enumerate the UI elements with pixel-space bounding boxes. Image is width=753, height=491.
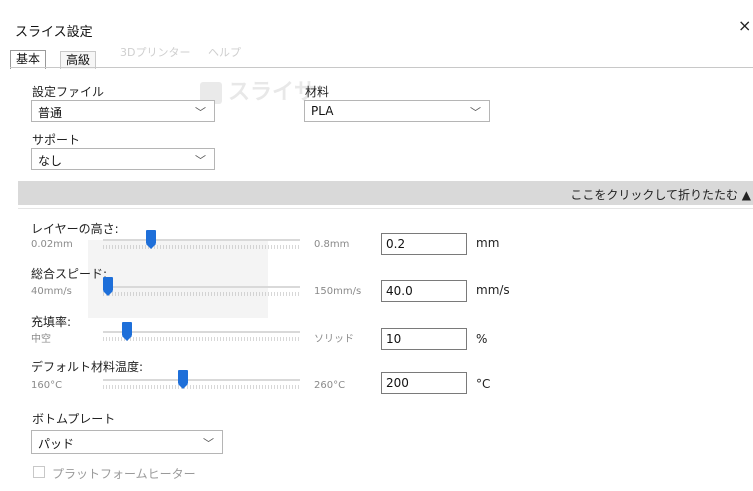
material-select[interactable]: PLA ﹀ (304, 100, 490, 122)
collapse-bar[interactable]: ここをクリックして折りたたむ ▲ (18, 181, 753, 205)
slider-unit: mm (476, 236, 500, 250)
background-menu-item: 3Dプリンター (120, 46, 191, 59)
bottom-plate-select-value: パッド (38, 437, 75, 451)
slider-value-input[interactable]: 10 (381, 328, 467, 350)
tab-divider (10, 67, 753, 68)
slider-label: デフォルト材料温度: (31, 360, 144, 374)
slider-min: 0.02mm (31, 239, 73, 250)
slider-label: レイヤーの高さ: (31, 222, 119, 236)
platform-heater-checkbox[interactable] (33, 466, 45, 478)
slider-thumb[interactable] (121, 322, 132, 341)
collapse-label: ここをクリックして折りたたむ ▲ (570, 188, 751, 202)
slider-track (103, 239, 300, 241)
slider-ticks (103, 385, 300, 389)
chevron-down-icon: ﹀ (195, 106, 206, 119)
support-select[interactable]: なし ﹀ (31, 148, 215, 170)
bottom-plate-select[interactable]: パッド ﹀ (31, 430, 223, 454)
material-label: 材料 (305, 85, 330, 99)
background-toolbar-label: スライサ (228, 80, 317, 105)
slider-unit: % (476, 332, 488, 346)
background-toolbar: スライサ (200, 74, 316, 106)
bottom-plate-label: ボトムプレート (32, 412, 116, 426)
slider-label: 総合スピード: (31, 267, 108, 281)
slider-min: 40mm/s (31, 286, 72, 297)
background-menubar: 3Dプリンター ヘルプ (120, 44, 255, 60)
slider-value-input[interactable]: 40.0 (381, 280, 467, 302)
profile-select-value: 普通 (38, 106, 63, 120)
support-label: サポート (32, 133, 81, 147)
slider-track (103, 331, 300, 333)
slider-track (103, 379, 300, 381)
background-menu-item: ヘルプ (207, 46, 241, 59)
chevron-down-icon: ﹀ (203, 437, 214, 450)
slider-value-input[interactable]: 200 (381, 372, 467, 394)
profile-label: 設定ファイル (32, 85, 105, 99)
slider-min: 中空 (31, 334, 51, 345)
slider-unit: mm/s (476, 283, 510, 297)
close-icon[interactable]: × (738, 16, 751, 35)
slider-max: 260°C (314, 380, 346, 391)
dialog-titlebar: スライス設定 × (0, 0, 753, 44)
chevron-down-icon: ﹀ (470, 106, 481, 119)
slider-label: 充填率: (31, 315, 72, 329)
platform-heater-label: プラットフォームヒーター (52, 467, 196, 481)
slider-thumb[interactable] (103, 277, 113, 296)
support-select-value: なし (38, 154, 63, 168)
slider-ticks (103, 245, 300, 249)
slider-max: 0.8mm (314, 239, 350, 250)
slider-max: ソリッド (314, 334, 354, 345)
slider-min: 160°C (31, 380, 63, 391)
slider-max: 150mm/s (314, 286, 362, 297)
chevron-down-icon: ﹀ (195, 154, 206, 167)
slider-ticks (103, 337, 300, 341)
slider-thumb[interactable] (177, 370, 188, 389)
slider-value-input[interactable]: 0.2 (381, 233, 467, 255)
slider-unit: °C (476, 377, 491, 391)
slider-thumb[interactable] (146, 230, 156, 249)
dialog-title: スライス設定 (15, 25, 93, 40)
slider-ticks (103, 292, 300, 296)
profile-select[interactable]: 普通 ﹀ (31, 100, 215, 122)
slider-track (103, 286, 300, 288)
material-select-value: PLA (311, 104, 334, 118)
